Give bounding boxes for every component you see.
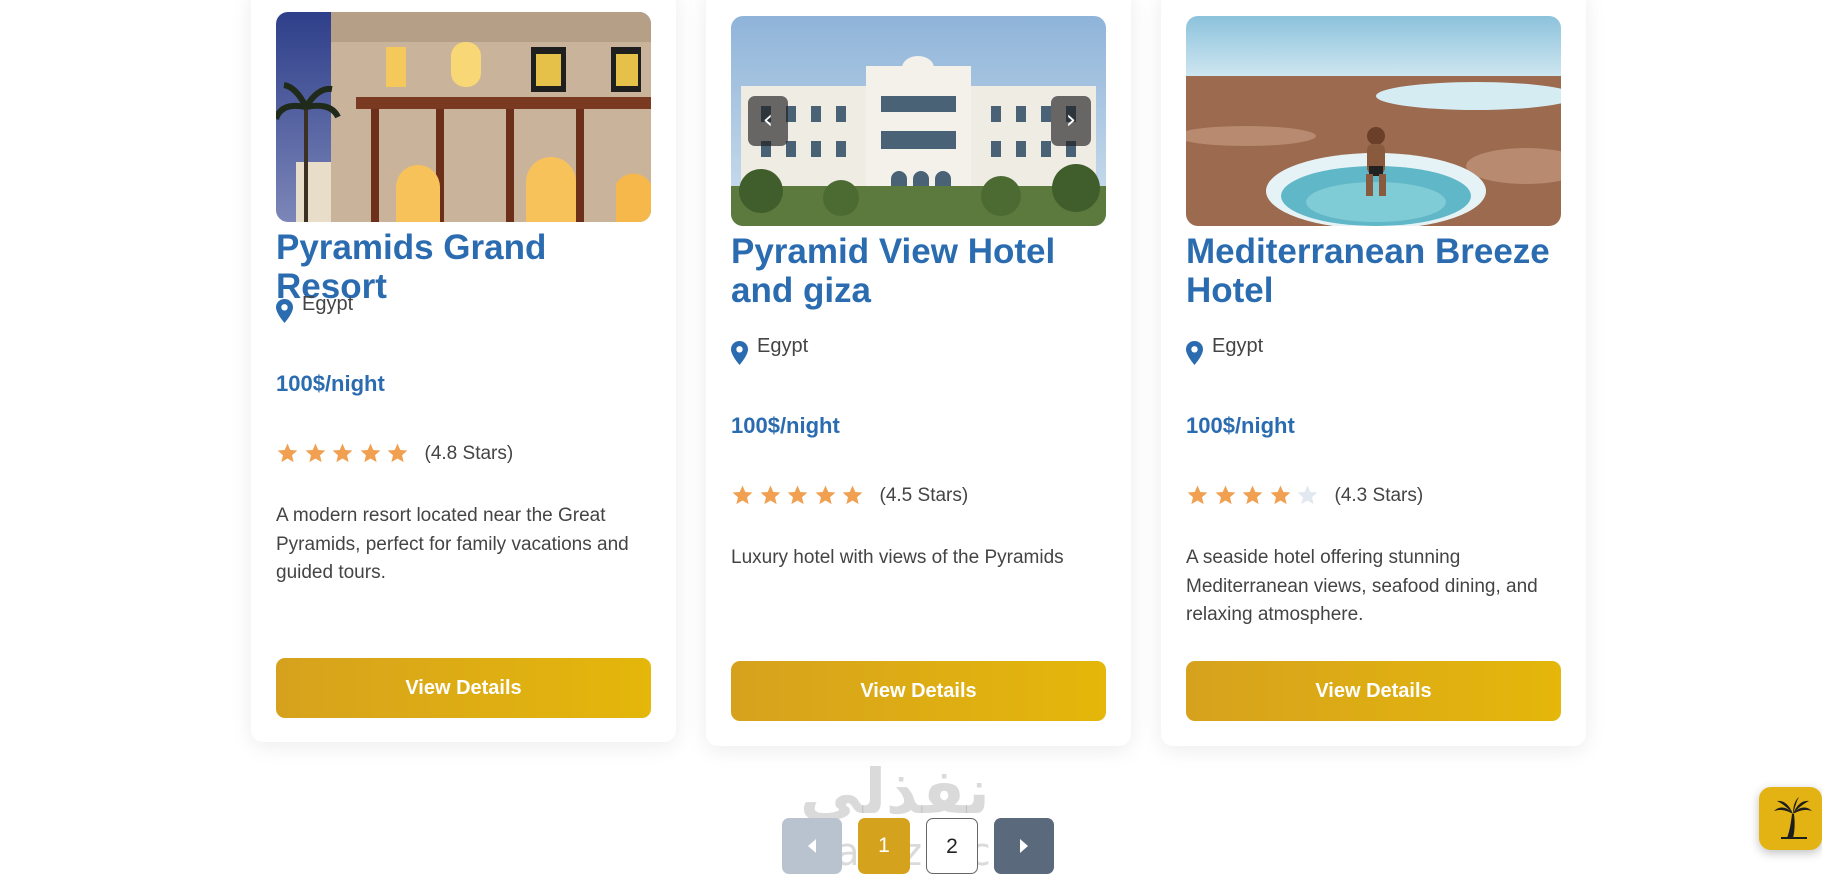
- hotel-card: Mediterranean Breeze Hotel Egypt 100$/ni…: [1161, 0, 1586, 746]
- star-filled-icon: [760, 485, 780, 505]
- view-details-button[interactable]: View Details: [276, 658, 651, 718]
- location-text: Egypt: [302, 293, 354, 315]
- star-filled-icon: [332, 443, 353, 463]
- map-pin-icon: [276, 299, 293, 323]
- star-rating: [1186, 484, 1324, 507]
- hotel-location: Egypt: [1186, 335, 1263, 365]
- hotel-description: A modern resort located near the Great P…: [276, 505, 629, 583]
- hotel-price: 100$/night: [276, 371, 385, 396]
- star-filled-icon: [1270, 485, 1290, 505]
- view-details-button[interactable]: View Details: [1186, 661, 1561, 721]
- star-rating: [731, 484, 869, 507]
- pagination-next-button[interactable]: [994, 818, 1054, 874]
- rating-text: (4.8 Stars): [424, 442, 514, 464]
- hotel-location: Egypt: [731, 335, 808, 365]
- palm-tree-icon: [1774, 797, 1812, 839]
- rating-text: (4.3 Stars): [1334, 484, 1424, 506]
- carousel-prev-button[interactable]: ‹: [748, 96, 788, 146]
- star-filled-icon: [360, 443, 380, 463]
- star-filled-icon: [1215, 485, 1235, 505]
- hotel-rating: (4.8 Stars): [276, 442, 513, 465]
- pagination-page-1[interactable]: 1: [858, 818, 910, 874]
- hotel-card: Pyramids Grand Resort Egypt 100$/night (…: [251, 0, 676, 742]
- caret-left-icon: [808, 839, 816, 853]
- star-filled-icon: [787, 485, 808, 505]
- carousel-next-button[interactable]: ›: [1051, 96, 1091, 146]
- map-pin-icon: [1186, 341, 1203, 365]
- star-filled-icon: [842, 485, 863, 505]
- pagination-prev-button[interactable]: [782, 818, 842, 874]
- star-filled-icon: [387, 443, 408, 463]
- star-filled-icon: [732, 485, 753, 505]
- star-filled-icon: [305, 443, 325, 463]
- rating-text: (4.5 Stars): [879, 484, 969, 506]
- floating-palm-button[interactable]: [1759, 787, 1822, 850]
- star-filled-icon: [277, 443, 298, 463]
- star-filled-icon: [1242, 485, 1263, 505]
- star-filled-icon: [815, 485, 835, 505]
- hotel-description: A seaside hotel offering stunning Medite…: [1186, 547, 1538, 625]
- caret-right-icon: [1020, 839, 1028, 853]
- star-empty-icon: [1297, 485, 1318, 505]
- hotel-price: 100$/night: [731, 413, 840, 438]
- hotel-image: [276, 12, 651, 222]
- hotel-title[interactable]: Mediterranean Breeze Hotel: [1186, 232, 1566, 310]
- star-rating: [276, 442, 414, 465]
- map-pin-icon: [731, 341, 748, 365]
- view-details-button[interactable]: View Details: [731, 661, 1106, 721]
- hotel-image: [1186, 16, 1561, 226]
- hotel-rating: (4.5 Stars): [731, 484, 968, 507]
- location-text: Egypt: [757, 335, 809, 357]
- hotel-title[interactable]: Pyramid View Hotel and giza: [731, 232, 1111, 310]
- hotel-price: 100$/night: [1186, 413, 1295, 438]
- hotel-description: Luxury hotel with views of the Pyramids: [731, 547, 1064, 568]
- pagination-page-2[interactable]: 2: [926, 818, 978, 874]
- hotel-card: ‹ › Pyramid View Hotel and giza Egypt 10…: [706, 0, 1131, 746]
- star-filled-icon: [1187, 485, 1208, 505]
- hotel-location: Egypt: [276, 293, 353, 323]
- hotel-rating: (4.3 Stars): [1186, 484, 1423, 507]
- location-text: Egypt: [1212, 335, 1264, 357]
